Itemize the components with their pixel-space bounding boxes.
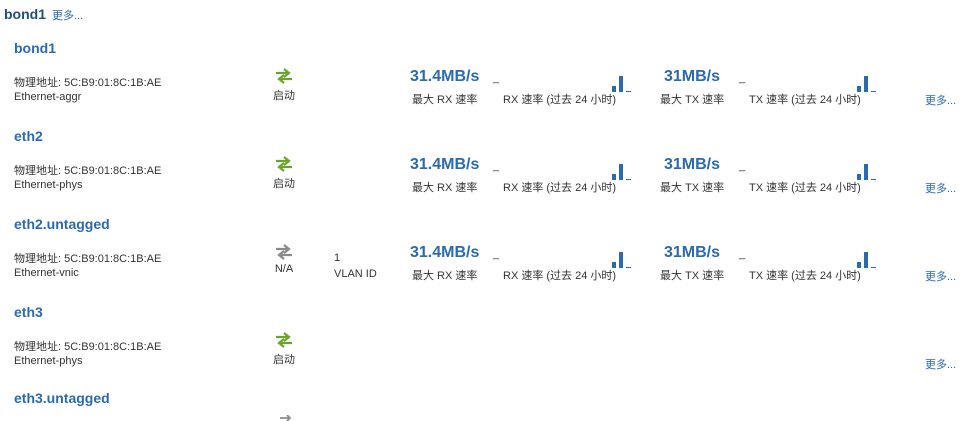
rx-max-value: 31.4MB/s — [410, 244, 480, 261]
tx-max-value: 31MB/s — [664, 156, 721, 173]
rx-separator: _ — [493, 72, 500, 84]
interface-row: eth3.untagged — [0, 390, 968, 421]
interface-name[interactable]: eth2 — [14, 128, 43, 144]
page-header: bond1 更多... — [4, 6, 83, 26]
rx-sparkline[interactable] — [612, 162, 632, 180]
status-label: 启动 — [273, 90, 295, 102]
interface-type: Ethernet-aggr — [14, 91, 82, 103]
rx-history-label: RX 速率 (过去 24 小时) — [503, 94, 617, 106]
interface-name[interactable]: eth3.untagged — [14, 390, 110, 406]
status-cell: N/A — [262, 244, 306, 275]
rx-separator: _ — [493, 160, 500, 172]
interface-row: bond1 物理地址: 5C:B9:01:8C:1B:AE Ethernet-a… — [0, 40, 968, 128]
status-arrows-icon — [276, 156, 292, 172]
rx-max-value: 31.4MB/s — [410, 156, 480, 173]
mac-address: 物理地址: 5C:B9:01:8C:1B:AE — [14, 341, 162, 353]
status-cell: 启动 — [262, 68, 306, 103]
more-link[interactable]: 更多... — [925, 92, 956, 108]
tx-sparkline[interactable] — [857, 162, 877, 180]
rx-max-label: 最大 RX 速率 — [412, 182, 478, 194]
status-arrows-icon — [280, 415, 292, 421]
header-more-link[interactable]: 更多... — [52, 7, 83, 23]
more-link[interactable]: 更多... — [925, 180, 956, 196]
rx-max-value: 31.4MB/s — [410, 68, 480, 85]
mac-address: 物理地址: 5C:B9:01:8C:1B:AE — [14, 253, 162, 265]
more-link[interactable]: 更多... — [925, 268, 956, 284]
tx-max-label: 最大 TX 速率 — [660, 182, 725, 194]
mac-address: 物理地址: 5C:B9:01:8C:1B:AE — [14, 77, 162, 89]
tx-sparkline[interactable] — [857, 250, 877, 268]
interface-name[interactable]: bond1 — [14, 40, 56, 56]
page-title: bond1 — [4, 6, 46, 22]
status-label: N/A — [274, 263, 294, 275]
tx-separator: _ — [739, 72, 746, 84]
interface-row: eth2 物理地址: 5C:B9:01:8C:1B:AE Ethernet-ph… — [0, 128, 968, 216]
status-label: 启动 — [273, 178, 295, 190]
tx-max-value: 31MB/s — [664, 244, 721, 261]
rx-max-label: 最大 RX 速率 — [412, 94, 478, 106]
rx-sparkline[interactable] — [612, 250, 632, 268]
rx-sparkline[interactable] — [612, 74, 632, 92]
status-label: 启动 — [273, 354, 295, 366]
interface-row: eth2.untagged 物理地址: 5C:B9:01:8C:1B:AE Et… — [0, 216, 968, 304]
tx-separator: _ — [739, 160, 746, 172]
status-arrows-icon — [276, 244, 292, 260]
tx-separator: _ — [739, 248, 746, 260]
interface-name[interactable]: eth2.untagged — [14, 216, 110, 232]
interface-type: Ethernet-phys — [14, 179, 83, 191]
status-arrows-icon — [276, 68, 292, 84]
more-link[interactable]: 更多... — [925, 356, 956, 372]
rx-separator: _ — [493, 248, 500, 260]
status-cell: 启动 — [262, 332, 306, 367]
status-cell: 启动 — [262, 156, 306, 191]
rx-history-label: RX 速率 (过去 24 小时) — [503, 270, 617, 282]
tx-history-label: TX 速率 (过去 24 小时) — [749, 182, 861, 194]
rx-history-label: RX 速率 (过去 24 小时) — [503, 182, 617, 194]
tx-max-label: 最大 TX 速率 — [660, 270, 725, 282]
interface-row: eth3 物理地址: 5C:B9:01:8C:1B:AE Ethernet-ph… — [0, 304, 968, 392]
mac-address: 物理地址: 5C:B9:01:8C:1B:AE — [14, 165, 162, 177]
tx-history-label: TX 速率 (过去 24 小时) — [749, 94, 861, 106]
tx-history-label: TX 速率 (过去 24 小时) — [749, 270, 861, 282]
tx-sparkline[interactable] — [857, 74, 877, 92]
status-arrows-icon — [276, 332, 292, 348]
interface-type: Ethernet-phys — [14, 355, 83, 367]
interface-name[interactable]: eth3 — [14, 304, 43, 320]
tx-max-label: 最大 TX 速率 — [660, 94, 725, 106]
tx-max-value: 31MB/s — [664, 68, 721, 85]
vlan-id-value: 1 — [334, 252, 341, 264]
vlan-id-label: VLAN ID — [334, 268, 377, 280]
rx-max-label: 最大 RX 速率 — [412, 270, 478, 282]
interface-type: Ethernet-vnic — [14, 267, 79, 279]
